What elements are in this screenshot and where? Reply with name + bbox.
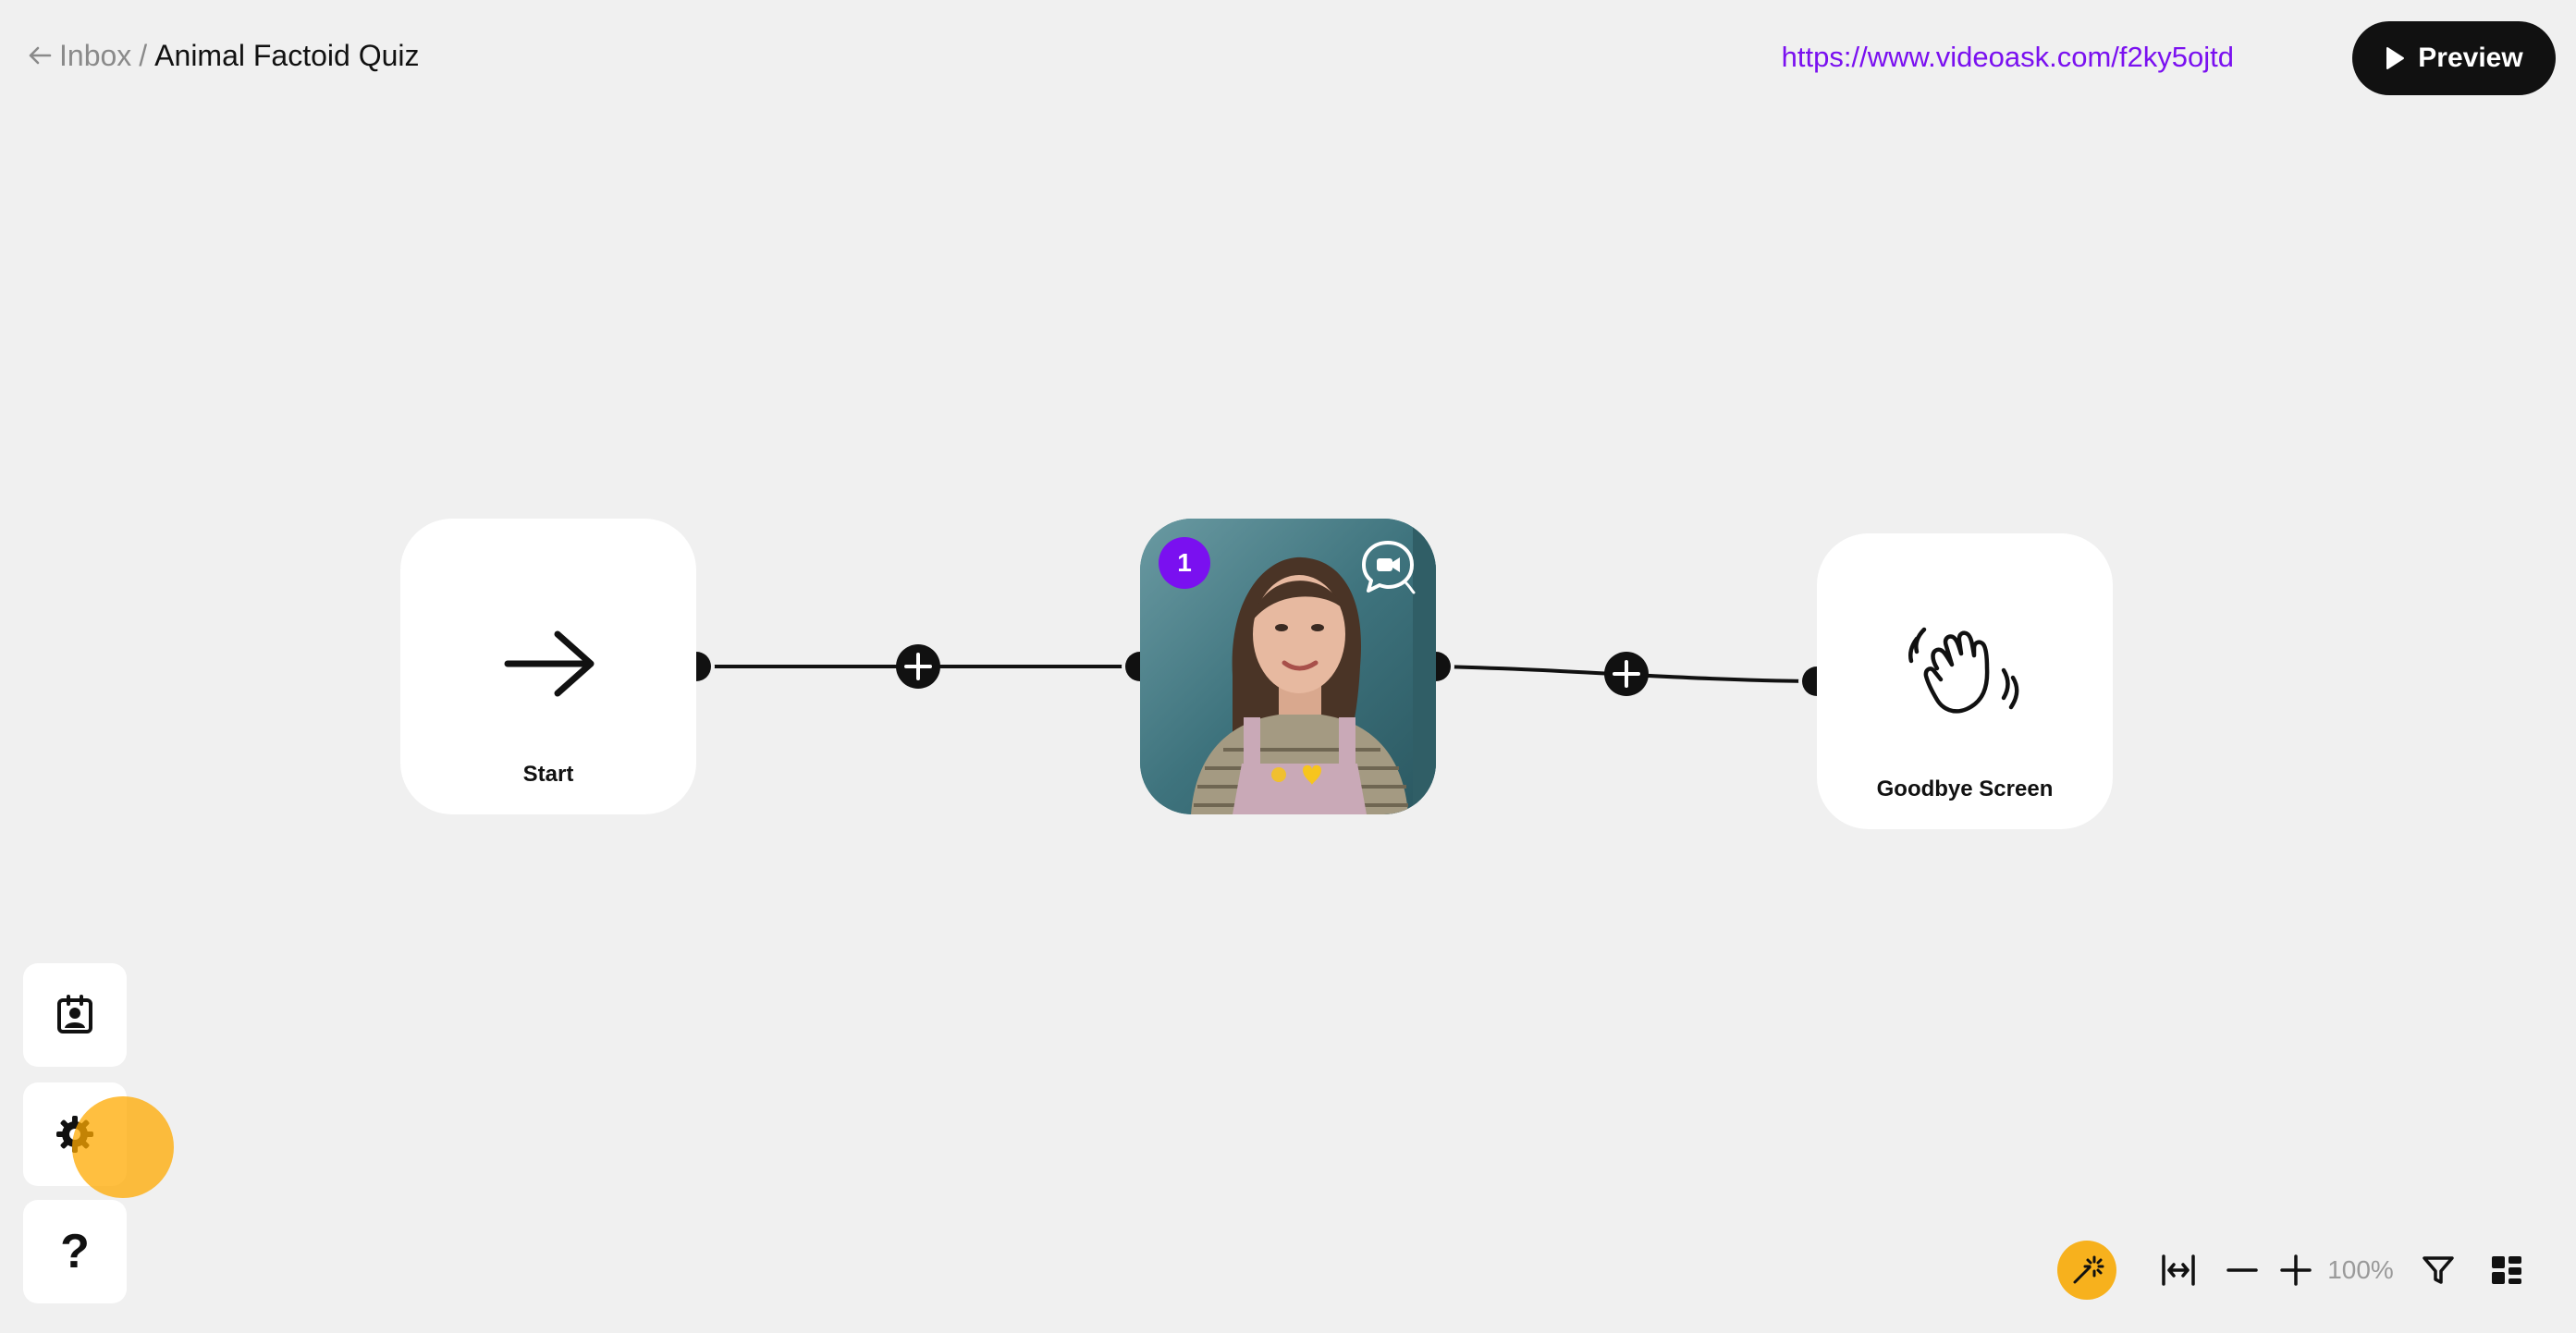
- contact-card-icon: [57, 995, 92, 1033]
- add-step-button[interactable]: [896, 644, 940, 689]
- layout-icon: [2492, 1256, 2521, 1284]
- fit-to-width-button[interactable]: [2155, 1254, 2202, 1287]
- question-icon: ?: [60, 1225, 90, 1278]
- layout-toggle-button[interactable]: [2486, 1254, 2527, 1287]
- magic-wand-button[interactable]: [2057, 1241, 2116, 1300]
- magic-wand-icon: [2073, 1255, 2104, 1284]
- zoom-out-button[interactable]: [2222, 1254, 2263, 1286]
- zoom-in-icon: [2280, 1254, 2312, 1286]
- video-response-icon: [1362, 541, 1416, 594]
- filter-button[interactable]: [2418, 1254, 2459, 1287]
- arrow-right-icon: [504, 630, 595, 697]
- add-step-button[interactable]: [1604, 652, 1649, 696]
- zoom-in-button[interactable]: [2275, 1254, 2316, 1286]
- step-number-badge: 1: [1159, 537, 1210, 589]
- help-button[interactable]: ?: [23, 1200, 127, 1303]
- canvas-toolbar: 100%: [2057, 1239, 2527, 1302]
- goodbye-node-label: Goodbye Screen: [1876, 777, 2054, 801]
- cursor-highlight: [72, 1096, 174, 1198]
- fit-width-icon: [2162, 1254, 2195, 1286]
- start-node-label: Start: [522, 762, 574, 787]
- zoom-out-icon: [2226, 1268, 2258, 1272]
- waving-hand-icon: [1908, 627, 2019, 714]
- filter-icon: [2423, 1256, 2454, 1284]
- contacts-button[interactable]: [23, 963, 127, 1067]
- start-node[interactable]: Start: [400, 519, 696, 814]
- video-step-node[interactable]: 1: [1140, 519, 1436, 814]
- zoom-level-readout: 100%: [2327, 1255, 2394, 1284]
- goodbye-screen-node[interactable]: Goodbye Screen: [1817, 533, 2113, 829]
